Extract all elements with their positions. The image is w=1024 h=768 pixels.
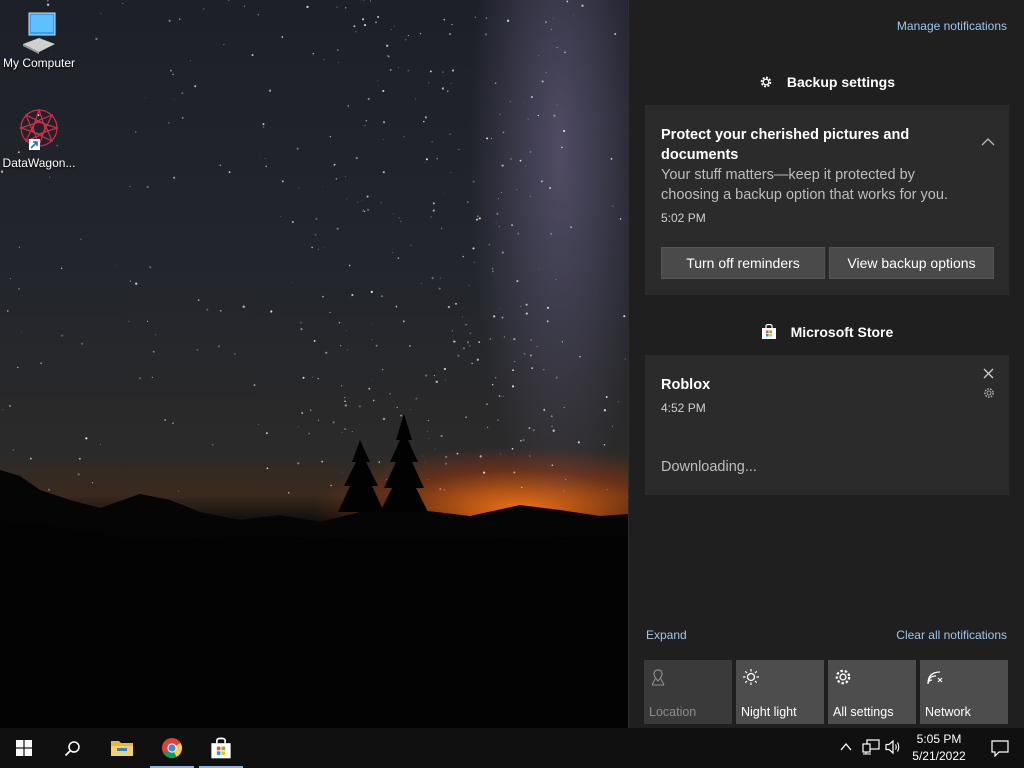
notification-settings-gear-icon[interactable] (983, 387, 995, 399)
notification-body: choosing a backup option that works for … (661, 187, 948, 203)
windows-logo-icon (16, 740, 32, 756)
computer-icon (23, 12, 56, 54)
network-icon (927, 671, 943, 685)
view-backup-options-button[interactable]: View backup options (829, 247, 994, 279)
search-icon (64, 740, 80, 756)
desktop-icon-label: DataWagon... (2, 156, 76, 170)
gear-icon (760, 76, 772, 88)
datawagon-shortcut-icon (19, 108, 59, 150)
file-explorer-icon (111, 741, 133, 756)
clear-all-notifications-link[interactable]: Clear all notifications (896, 628, 1007, 642)
taskbar-microsoft-store[interactable] (197, 728, 245, 768)
roblox-notification-card[interactable]: Roblox 4:52 PM Downloading... (645, 355, 1009, 495)
backup-notification-card[interactable]: Protect your cherished pictures and docu… (645, 105, 1009, 295)
notification-time: 4:52 PM (661, 401, 706, 415)
taskbar-file-explorer[interactable] (98, 728, 146, 768)
notification-title: Roblox (661, 377, 711, 393)
desktop-icon-my-computer[interactable]: My Computer (0, 10, 78, 70)
collapse-chevron-icon[interactable] (981, 137, 995, 147)
group-header-label: Backup settings (786, 74, 896, 90)
volume-icon[interactable] (885, 739, 903, 755)
quick-action-location[interactable]: Location (644, 660, 732, 724)
tile-label: Night light (741, 705, 797, 719)
notification-title: Protect your cherished pictures and (661, 127, 910, 143)
group-header-label: Microsoft Store (790, 324, 894, 340)
action-center-button[interactable] (976, 728, 1024, 768)
notification-title: documents (661, 147, 739, 163)
quick-action-all-settings[interactable]: All settings (828, 660, 916, 724)
show-hidden-icons-chevron-icon[interactable] (840, 742, 852, 752)
desktop-icon-datawagon[interactable]: DataWagon... (0, 106, 78, 170)
download-status: Downloading... (661, 459, 757, 475)
tile-label: Network (925, 705, 971, 719)
desktop-icon-label: My Computer (2, 56, 76, 70)
quick-action-night-light[interactable]: Night light (736, 660, 824, 724)
tile-label: Location (649, 705, 697, 719)
clock-date: 5/21/2022 (912, 749, 966, 763)
notification-icon (991, 739, 1009, 757)
chrome-icon (162, 738, 182, 758)
group-header-backup-settings: Backup settings (629, 74, 1024, 90)
clock-time: 5:05 PM (916, 732, 962, 746)
close-icon[interactable] (983, 368, 994, 379)
store-icon (211, 737, 231, 759)
notification-time: 5:02 PM (661, 211, 706, 225)
expand-link[interactable]: Expand (646, 628, 687, 642)
taskbar: 5:05 PM 5/21/2022 (0, 728, 1024, 768)
manage-notifications-link[interactable]: Manage notifications (897, 19, 1007, 33)
turn-off-reminders-button[interactable]: Turn off reminders (661, 247, 825, 279)
quick-action-network[interactable]: Network (920, 660, 1008, 724)
action-center-panel: Manage notifications Backup settings Pro… (628, 0, 1024, 728)
night-light-icon (743, 669, 759, 685)
notification-body: Your stuff matters—keep it protected by (661, 167, 915, 183)
search-button[interactable] (48, 728, 96, 768)
start-button[interactable] (0, 728, 48, 768)
location-icon (651, 669, 665, 686)
store-icon (761, 324, 776, 339)
taskbar-chrome[interactable] (148, 728, 196, 768)
tile-label: All settings (833, 705, 894, 719)
network-tray-icon[interactable] (862, 739, 880, 755)
group-header-microsoft-store: Microsoft Store (629, 324, 1024, 340)
settings-icon (835, 669, 851, 685)
taskbar-clock[interactable]: 5:05 PM 5/21/2022 (906, 731, 972, 765)
